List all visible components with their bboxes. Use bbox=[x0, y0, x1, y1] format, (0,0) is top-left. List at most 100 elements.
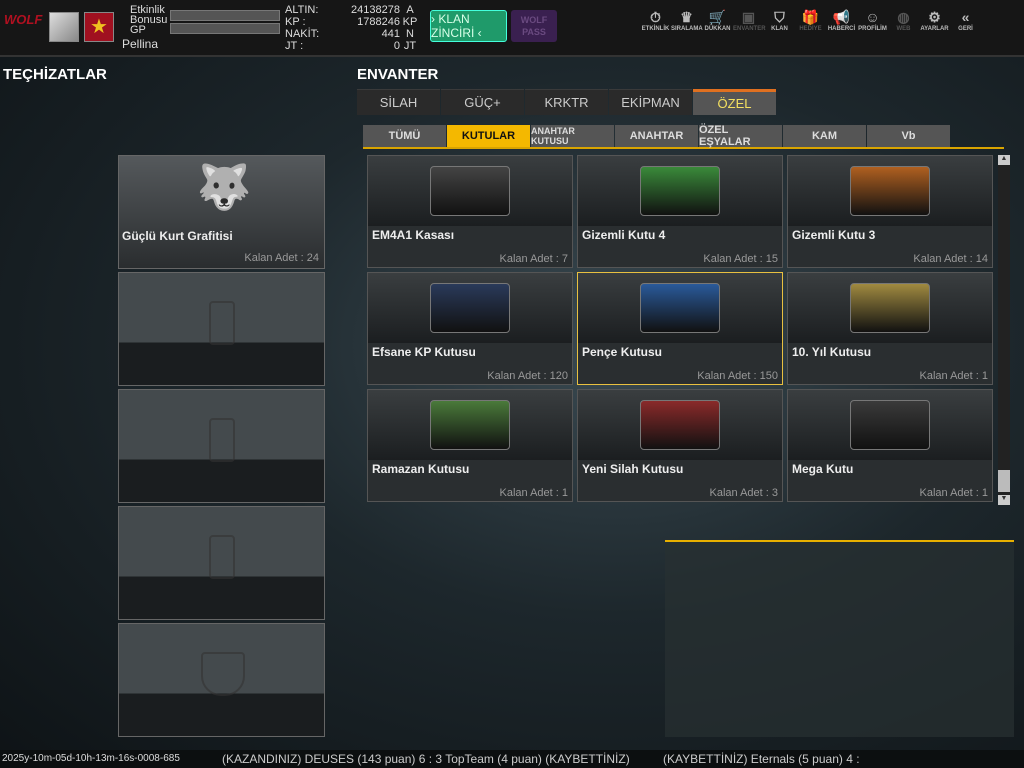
value: 24138278 bbox=[351, 4, 400, 16]
nav-label: HEDİYE bbox=[799, 26, 822, 32]
item-card[interactable]: Yeni Silah Kutusu Kalan Adet : 3 bbox=[577, 389, 783, 502]
rank-icon: ★ bbox=[84, 12, 114, 42]
item-detail-panel bbox=[665, 540, 1014, 737]
equipment-slot-empty[interactable] bbox=[118, 272, 325, 386]
clan-emblem[interactable] bbox=[49, 12, 79, 42]
item-name: Pençe Kutusu bbox=[582, 345, 663, 359]
nav-profi̇li̇m[interactable]: ☺ PROFİLİM bbox=[857, 8, 888, 32]
nav-label: KLAN bbox=[771, 26, 788, 32]
bonus-bar bbox=[170, 10, 280, 21]
label: JT : bbox=[285, 40, 304, 52]
item-count: Kalan Adet : 15 bbox=[703, 253, 778, 265]
crate-icon bbox=[850, 400, 930, 450]
crate-icon bbox=[430, 400, 510, 450]
equipment-slot[interactable]: 🐺 Güçlü Kurt Grafitisi Kalan Adet : 24 bbox=[118, 155, 325, 269]
tab-0[interactable]: SİLAH bbox=[357, 89, 440, 115]
subtab-2[interactable]: ANAHTAR KUTUSU bbox=[531, 125, 614, 147]
slot-name: Güçlü Kurt Grafitisi bbox=[122, 229, 233, 243]
item-count: Kalan Adet : 1 bbox=[499, 487, 569, 499]
crate-icon bbox=[850, 166, 930, 216]
bonus-label: Etkinlik Bonusu bbox=[130, 4, 168, 26]
crate-icon bbox=[850, 283, 930, 333]
spray-can-icon bbox=[209, 535, 235, 579]
tab-3[interactable]: EKİPMAN bbox=[609, 89, 692, 115]
unit: N bbox=[406, 28, 414, 40]
slot-count: Kalan Adet : 24 bbox=[244, 252, 319, 264]
nav-haberci̇[interactable]: 📢 HABERCİ bbox=[826, 8, 857, 32]
nav-icon: ☺ bbox=[865, 9, 880, 25]
nav-icon: ⏱ bbox=[650, 9, 661, 25]
item-card[interactable]: Gizemli Kutu 4 Kalan Adet : 15 bbox=[577, 155, 783, 268]
unit: KP bbox=[402, 16, 418, 28]
nav-icon: 🎁 bbox=[801, 9, 820, 25]
item-card[interactable]: Pençe Kutusu Kalan Adet : 150 bbox=[577, 272, 783, 385]
scrollbar[interactable]: ▲ ▼ bbox=[998, 155, 1010, 505]
nav-label: WEB bbox=[896, 26, 911, 32]
crate-icon bbox=[640, 166, 720, 216]
item-image bbox=[788, 390, 992, 460]
gp-bar bbox=[170, 23, 280, 34]
nav-etki̇nli̇k[interactable]: ⏱ ETKİNLİK bbox=[640, 8, 671, 32]
value: 441 bbox=[381, 28, 400, 40]
category-tabs: SİLAH GÜÇ+ KRKTR EKİPMAN ÖZEL bbox=[357, 89, 777, 115]
item-name: Ramazan Kutusu bbox=[372, 462, 470, 476]
item-name: Mega Kutu bbox=[792, 462, 854, 476]
item-image bbox=[368, 273, 572, 343]
unit: JT bbox=[403, 40, 417, 52]
news-ticker: 2025y-10m-05d-10h-13m-16s-0008-685 (KAZA… bbox=[0, 750, 1024, 768]
scroll-thumb[interactable] bbox=[998, 470, 1010, 492]
tab-1[interactable]: GÜÇ+ bbox=[441, 89, 524, 115]
item-card[interactable]: Mega Kutu Kalan Adet : 1 bbox=[787, 389, 993, 502]
item-name: Gizemli Kutu 3 bbox=[792, 228, 876, 242]
scroll-down-icon[interactable]: ▼ bbox=[998, 495, 1010, 505]
item-image bbox=[788, 156, 992, 226]
item-card[interactable]: 10. Yıl Kutusu Kalan Adet : 1 bbox=[787, 272, 993, 385]
item-count: Kalan Adet : 120 bbox=[487, 370, 568, 382]
tab-2[interactable]: KRKTR bbox=[525, 89, 608, 115]
item-card[interactable]: Ramazan Kutusu Kalan Adet : 1 bbox=[367, 389, 573, 502]
item-image bbox=[578, 390, 782, 460]
currency-row: ALTIN: 24138278 A bbox=[285, 4, 425, 16]
nav-geri̇[interactable]: «GERİ bbox=[950, 8, 981, 32]
currency-row: KP : 1788246 KP bbox=[285, 16, 425, 28]
equipment-slot-empty[interactable] bbox=[118, 623, 325, 737]
item-card[interactable]: EM4A1 Kasası Kalan Adet : 7 bbox=[367, 155, 573, 268]
label: NAKİT: bbox=[285, 28, 320, 40]
label: ALTIN: bbox=[285, 4, 319, 16]
nav-icon: ◍ bbox=[897, 9, 910, 25]
nav-hedi̇ye[interactable]: 🎁 HEDİYE bbox=[795, 8, 826, 32]
equipment-slot-empty[interactable] bbox=[118, 506, 325, 620]
subtab-3[interactable]: ANAHTAR bbox=[615, 125, 698, 147]
player-name: Pellina bbox=[122, 37, 159, 51]
klan-zinciri-button[interactable]: › KLAN ZİNCİRİ ‹ bbox=[430, 10, 507, 42]
logo-text: WOLF bbox=[4, 12, 43, 27]
main-nav: ⏱ ETKİNLİK ♛ SIRALAMA 🛒 DÜKKAN ▣ ENVANTER ⛉ KLAN 🎁… bbox=[640, 8, 981, 32]
crate-icon bbox=[430, 166, 510, 216]
value: 1788246 bbox=[357, 16, 400, 28]
item-image bbox=[368, 156, 572, 226]
nav-web[interactable]: ◍ WEB bbox=[888, 8, 919, 32]
nav-icon: « bbox=[961, 9, 970, 25]
item-card[interactable]: Gizemli Kutu 3 Kalan Adet : 14 bbox=[787, 155, 993, 268]
item-card[interactable]: Efsane KP Kutusu Kalan Adet : 120 bbox=[367, 272, 573, 385]
subtab-6[interactable]: Vb bbox=[867, 125, 950, 147]
nav-klan[interactable]: ⛉ KLAN bbox=[764, 8, 795, 32]
shield-icon bbox=[201, 652, 245, 696]
item-name: 10. Yıl Kutusu bbox=[792, 345, 872, 359]
nav-envanter[interactable]: ▣ ENVANTER bbox=[733, 8, 766, 32]
equipment-slot-empty[interactable] bbox=[118, 389, 325, 503]
tab-4[interactable]: ÖZEL bbox=[693, 89, 776, 115]
item-name: Gizemli Kutu 4 bbox=[582, 228, 666, 242]
subtab-1[interactable]: KUTULAR bbox=[447, 125, 530, 147]
subtab-4[interactable]: ÖZEL EŞYALAR bbox=[699, 124, 782, 148]
equipment-title: TEÇHİZATLAR bbox=[3, 66, 107, 83]
spray-can-icon bbox=[209, 418, 235, 462]
scroll-up-icon[interactable]: ▲ bbox=[998, 155, 1010, 165]
subtab-0[interactable]: TÜMÜ bbox=[363, 125, 446, 147]
nav-icon: 🛒 bbox=[708, 9, 727, 25]
nav-dükkan[interactable]: 🛒 DÜKKAN bbox=[702, 8, 733, 32]
nav-siralama[interactable]: ♛ SIRALAMA bbox=[671, 8, 703, 32]
nav-ayarlar[interactable]: ⚙ AYARLAR bbox=[919, 8, 950, 32]
subtab-5[interactable]: KAM bbox=[783, 125, 866, 147]
wolf-pass-button[interactable]: WOLF PASS bbox=[511, 10, 557, 42]
